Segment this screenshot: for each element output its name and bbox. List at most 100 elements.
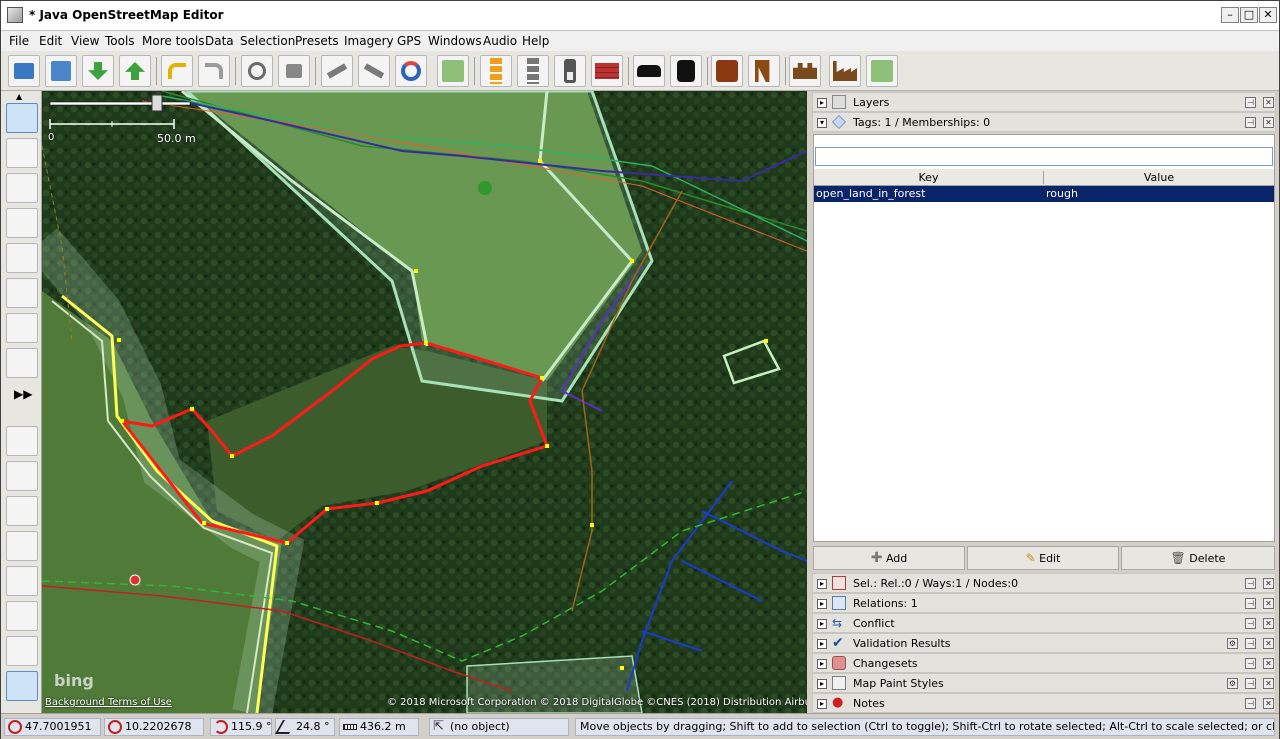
map-paint-styles-panel-header[interactable]: ▸ Map Paint Styles ⚙ ⊣ ✕: [812, 673, 1276, 693]
hazard-preset-icon[interactable]: [711, 55, 743, 87]
layers-panel-header[interactable]: ▸ Layers ⊣ ✕: [812, 92, 1276, 112]
close-panel-icon[interactable]: ✕: [1263, 97, 1274, 108]
road-preset-icon[interactable]: [480, 55, 512, 87]
expand-toggle-icon[interactable]: ▸: [817, 619, 827, 629]
undo-icon[interactable]: [161, 55, 193, 87]
close-panel-icon[interactable]: ✕: [1263, 117, 1274, 128]
table-row[interactable]: open_land_in_forest rough: [814, 186, 1274, 202]
expand-toggle-icon[interactable]: ▸: [817, 639, 827, 649]
expand-toggle-icon[interactable]: ▸: [817, 579, 827, 589]
lasso-icon[interactable]: [6, 138, 38, 168]
minimize-button[interactable]: –: [1221, 7, 1239, 23]
expand-toggle-icon[interactable]: ▸: [817, 699, 827, 709]
expand-toggle-icon[interactable]: ▸: [817, 659, 827, 669]
parallel-icon[interactable]: [6, 278, 38, 308]
edit-button[interactable]: ✎ Edit: [967, 546, 1119, 570]
traffic-signal-icon[interactable]: [554, 55, 586, 87]
toggle-notes-icon[interactable]: [6, 671, 38, 701]
select-icon[interactable]: [6, 103, 38, 133]
menu-presets[interactable]: Presets: [295, 34, 339, 48]
toggle-tags-icon[interactable]: [6, 461, 38, 491]
settings-small-icon[interactable]: ⚙: [1227, 678, 1238, 689]
restaurant-preset-icon[interactable]: [748, 55, 780, 87]
menu-audio[interactable]: Audio: [483, 34, 517, 48]
service-preset-icon[interactable]: [866, 55, 898, 87]
upload-icon[interactable]: [119, 55, 151, 87]
info-icon[interactable]: [278, 55, 310, 87]
menu-edit[interactable]: Edit: [39, 34, 62, 48]
menu-file[interactable]: File: [9, 34, 29, 48]
validation-panel-header[interactable]: ▸ ✔ Validation Results ⚙ ⊣ ✕: [812, 633, 1276, 653]
menu-help[interactable]: Help: [522, 34, 549, 48]
collapse-toggle-icon[interactable]: ▾: [817, 118, 827, 128]
delete-icon[interactable]: [6, 243, 38, 273]
pin-icon[interactable]: ⊣: [1245, 658, 1256, 669]
toggle-layers-icon[interactable]: [6, 426, 38, 456]
pin-icon[interactable]: ⊣: [1245, 698, 1256, 709]
close-panel-icon[interactable]: ✕: [1263, 678, 1274, 689]
pin-icon[interactable]: ⊣: [1245, 97, 1256, 108]
scroll-up-icon[interactable]: ▲: [16, 92, 22, 101]
value-column-header[interactable]: Value: [1044, 171, 1274, 184]
tags-panel-header[interactable]: ▾ Tags: 1 / Memberships: 0 ⊣ ✕: [812, 112, 1276, 132]
combine-way-icon[interactable]: [358, 55, 390, 87]
menu-imagery[interactable]: Imagery: [344, 34, 394, 48]
changesets-panel-header[interactable]: ▸ Changesets ⊣ ✕: [812, 653, 1276, 673]
industrial-preset-icon[interactable]: [829, 55, 861, 87]
wall-preset-icon[interactable]: [591, 55, 623, 87]
menu-windows[interactable]: Windows: [428, 34, 482, 48]
redo-icon[interactable]: [198, 55, 230, 87]
more-tools-icon[interactable]: ▶▶: [14, 387, 32, 401]
key-column-header[interactable]: Key: [814, 171, 1044, 184]
download-icon[interactable]: [82, 55, 114, 87]
draw-icon[interactable]: [6, 173, 38, 203]
pin-icon[interactable]: ⊣: [1245, 578, 1256, 589]
close-button[interactable]: ✕: [1259, 7, 1277, 23]
zoom-icon[interactable]: [6, 208, 38, 238]
background-terms-link[interactable]: Background Terms of Use: [45, 697, 172, 708]
menu-gps[interactable]: GPS: [397, 34, 421, 48]
maximize-button[interactable]: □: [1240, 7, 1258, 23]
open-file-icon[interactable]: [8, 55, 40, 87]
pin-icon[interactable]: ⊣: [1245, 678, 1256, 689]
pin-icon[interactable]: ⊣: [1245, 598, 1256, 609]
close-panel-icon[interactable]: ✕: [1263, 578, 1274, 589]
toggle-validation-icon[interactable]: [6, 566, 38, 596]
toggle-mapstyles-icon[interactable]: [6, 636, 38, 666]
selection-panel-header[interactable]: ▸ Sel.: Rel.:0 / Ways:1 / Nodes:0 ⊣ ✕: [812, 573, 1276, 593]
relations-panel-header[interactable]: ▸ Relations: 1 ⊣ ✕: [812, 593, 1276, 613]
close-panel-icon[interactable]: ✕: [1263, 658, 1274, 669]
orthogonalize-icon[interactable]: [437, 55, 469, 87]
extrude-icon[interactable]: [6, 348, 38, 378]
toggle-relations-icon[interactable]: [6, 531, 38, 561]
conflict-panel-header[interactable]: ▸ ⇆ Conflict ⊣ ✕: [812, 613, 1276, 633]
split-way-icon[interactable]: [321, 55, 353, 87]
pin-icon[interactable]: ⊣: [1245, 117, 1256, 128]
expand-toggle-icon[interactable]: ▸: [817, 599, 827, 609]
menu-tools[interactable]: Tools: [105, 34, 135, 48]
pin-icon[interactable]: ⊣: [1245, 618, 1256, 629]
preferences-icon[interactable]: [241, 55, 273, 87]
close-panel-icon[interactable]: ✕: [1263, 618, 1274, 629]
pin-icon[interactable]: ⊣: [1245, 638, 1256, 649]
close-panel-icon[interactable]: ✕: [1263, 638, 1274, 649]
tag-filter-input[interactable]: [815, 147, 1273, 166]
close-panel-icon[interactable]: ✕: [1263, 698, 1274, 709]
toggle-changesets-icon[interactable]: [6, 601, 38, 631]
map-canvas[interactable]: [42, 91, 807, 713]
save-icon[interactable]: [45, 55, 77, 87]
expand-toggle-icon[interactable]: ▸: [817, 679, 827, 689]
street-preset-icon[interactable]: [517, 55, 549, 87]
expand-toggle-icon[interactable]: ▸: [817, 98, 827, 108]
improve-way-icon[interactable]: [6, 313, 38, 343]
reverse-way-icon[interactable]: [395, 55, 427, 87]
settings-small-icon[interactable]: ⚙: [1227, 638, 1238, 649]
bus-preset-icon[interactable]: [670, 55, 702, 87]
toggle-selection-icon[interactable]: [6, 496, 38, 526]
menu-more-tools[interactable]: More tools: [142, 34, 205, 48]
menu-data[interactable]: Data: [205, 34, 234, 48]
castle-preset-icon[interactable]: [789, 55, 821, 87]
menu-selection[interactable]: Selection: [240, 34, 295, 48]
close-panel-icon[interactable]: ✕: [1263, 598, 1274, 609]
notes-panel-header[interactable]: ▸ ● Notes ⊣ ✕: [812, 693, 1276, 713]
